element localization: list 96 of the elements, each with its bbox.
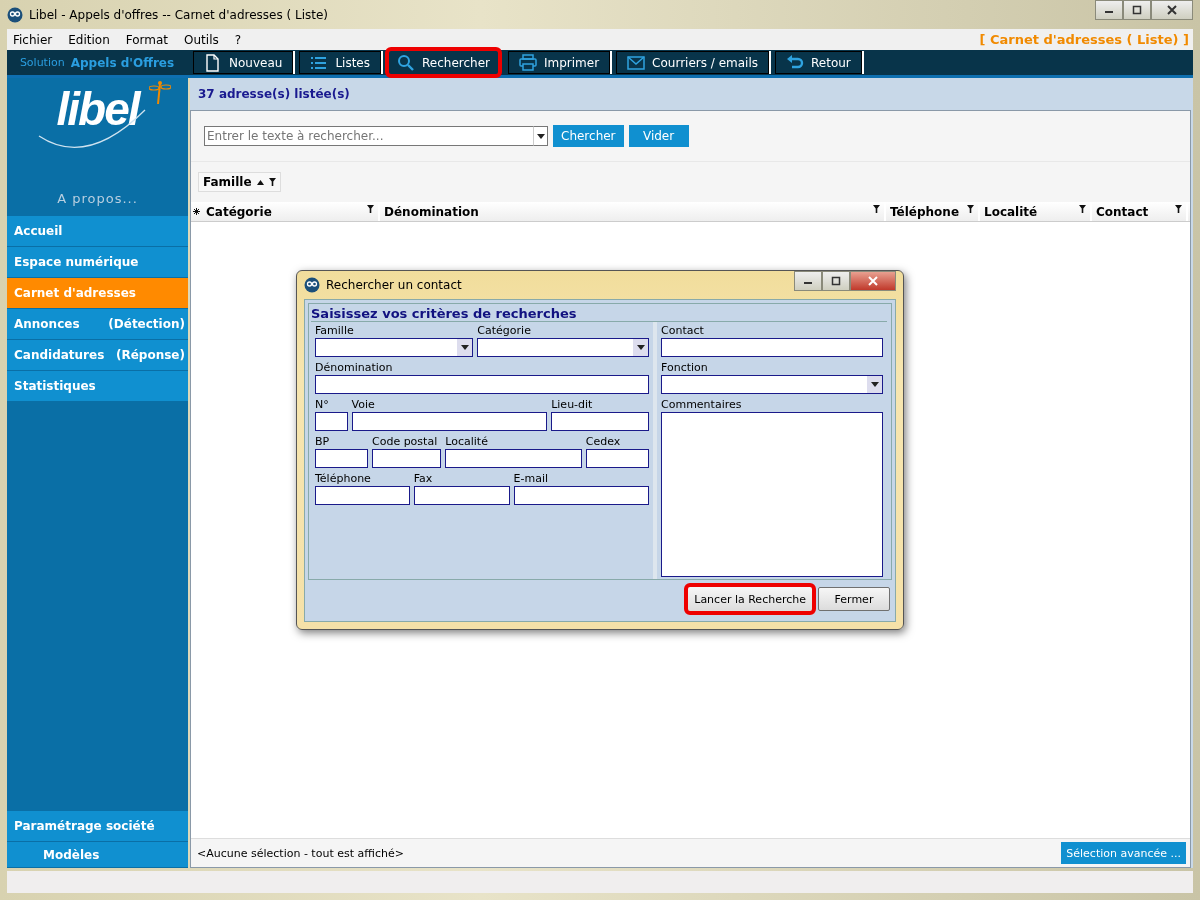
column-header[interactable]: Dénomination [380,202,886,221]
input-field[interactable] [551,412,649,431]
nav-item[interactable]: Paramétrage société [7,811,188,841]
field-label: Fax [413,472,434,486]
column-header[interactable]: Catégorie [202,202,380,221]
input-field[interactable] [413,486,510,505]
toolbar-button[interactable]: Rechercher [385,47,502,78]
clear-button[interactable]: Vider [628,125,689,147]
logo-text: libel [56,82,139,136]
launch-search-button[interactable]: Lancer la Recherche [684,583,816,615]
column-header[interactable]: Contact [1092,202,1188,221]
dropdown-field[interactable] [315,338,474,357]
close-button[interactable] [1151,0,1193,20]
input-field[interactable] [315,449,368,468]
sort-up-icon [256,179,264,185]
field-label: Dénomination [315,361,394,375]
search-icon [397,53,415,72]
field-label: Lieu-dit [551,398,594,412]
field-label: Cedex [585,435,622,449]
field-label: Code postal [372,435,439,449]
maximize-button[interactable] [822,271,850,291]
column-header[interactable]: Localité [980,202,1092,221]
printer-icon [518,53,537,72]
close-button[interactable] [850,271,896,291]
toolbar-button[interactable]: Listes [299,51,381,74]
maximize-icon [831,276,841,286]
search-button[interactable]: Chercher [553,125,624,147]
app-icon [304,277,320,293]
filter-icon[interactable] [367,205,374,213]
field-label: Famille [315,324,355,338]
filter-icon[interactable] [873,205,880,213]
field-label: Localité [445,435,489,449]
menu-item[interactable]: Edition [68,32,110,47]
context-title: [ Carnet d'adresses ( Liste) ] [979,32,1190,47]
dialog-title: Rechercher un contact [326,278,462,292]
toolbar-button[interactable]: Imprimer [507,51,611,74]
minimize-button[interactable] [1095,0,1123,20]
about-link[interactable]: A propos... [57,191,138,206]
input-field[interactable] [315,412,348,431]
menu-item[interactable]: Outils [184,32,219,47]
toolbar-button[interactable]: Nouveau [193,51,294,74]
field-label: E-mail [513,472,549,486]
close-dialog-button[interactable]: Fermer [818,587,890,611]
nav-item[interactable]: Modèles [7,842,188,867]
menu-item[interactable]: Fichier [13,32,53,47]
form-heading: Saisissez vos critères de recherches [310,305,578,321]
maximize-icon [1132,5,1142,15]
envelope-icon [627,53,646,72]
field-label: Téléphone [315,472,372,486]
window-title: Libel - Appels d'offres -- Carnet d'adresses ( Liste) [29,7,329,22]
input-field[interactable] [513,486,649,505]
toolbar-button[interactable]: Courriers / emails [616,51,769,74]
input-field[interactable] [445,449,582,468]
dragonfly-icon [149,80,171,106]
dropdown-field[interactable] [477,338,649,357]
input-field[interactable] [315,375,649,394]
minimize-button[interactable] [794,271,822,291]
field-label: Catégorie [477,324,532,338]
field-label: BP [315,435,331,449]
filter-icon[interactable] [1175,205,1182,213]
app-icon [7,6,23,23]
address-count: 37 adresse(s) listée(s) [198,87,350,101]
text-area[interactable] [661,412,883,577]
input-field[interactable] [661,338,883,357]
filter-icon[interactable] [268,178,276,186]
menu-item[interactable]: ? [234,32,242,47]
search-field[interactable]: Entrer le texte à rechercher... [204,126,533,146]
filter-icon[interactable] [1079,205,1086,213]
field-label: Voie [351,398,376,412]
field-label: Fonction [661,361,709,375]
nav-item[interactable]: Statistiques [7,371,188,401]
selection-status: <Aucune sélection - tout est affiché> [197,846,404,860]
column-header[interactable]: Téléphone [886,202,980,221]
nav-item[interactable]: Candidatures (Réponse) [7,340,188,370]
maximize-button[interactable] [1123,0,1151,20]
toolbar-button[interactable]: Retour [775,51,862,74]
field-label: N° [315,398,330,412]
brand-prefix: Solution [19,56,65,69]
input-field[interactable] [315,486,410,505]
advanced-selection-button[interactable]: Sélection avancée ... [1061,842,1186,864]
group-chip[interactable]: Famille [198,172,281,192]
input-field[interactable] [351,412,548,431]
dropdown-field[interactable] [661,375,883,394]
close-icon [868,276,878,286]
document-icon [204,53,222,72]
input-field[interactable] [585,449,649,468]
brand-name: Appels d'Offres [70,55,175,70]
filter-icon[interactable] [967,205,974,213]
field-label: Commentaires [661,398,743,412]
nav-item[interactable]: Accueil [7,216,188,246]
close-icon [1167,5,1177,15]
field-label: Contact [661,324,705,338]
nav-item[interactable]: Annonces (Détection) [7,309,188,339]
menu-item[interactable]: Format [125,32,169,47]
nav-item[interactable]: Espace numérique [7,247,188,277]
input-field[interactable] [372,449,442,468]
